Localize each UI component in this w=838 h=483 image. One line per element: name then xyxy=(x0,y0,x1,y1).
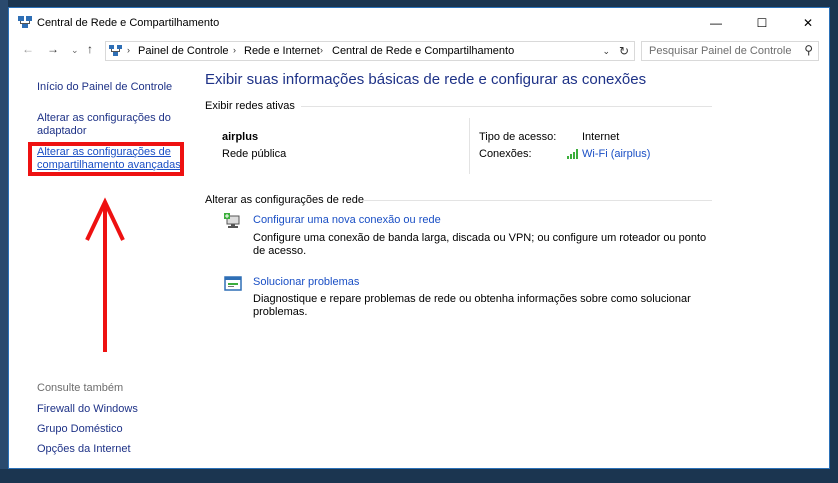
wifi-signal-icon xyxy=(567,149,578,159)
access-type-value: Internet xyxy=(582,131,620,143)
maximize-button[interactable]: ☐ xyxy=(739,8,785,38)
new-connection-description: Configure uma conexão de banda larga, di… xyxy=(253,232,707,257)
refresh-icon[interactable]: ↻ xyxy=(619,44,629,58)
control-panel-home-link[interactable]: Início do Painel de Controle xyxy=(37,81,172,94)
network-type-link[interactable]: Rede pública xyxy=(222,148,286,160)
red-highlight-box xyxy=(28,142,184,176)
red-arrow-annotation xyxy=(85,197,125,352)
network-center-icon xyxy=(18,16,32,28)
new-connection-link[interactable]: Configurar uma nova conexão ou rede xyxy=(253,214,441,226)
forward-button[interactable]: → xyxy=(47,42,59,56)
change-adapter-settings-link[interactable]: Alterar as configurações do adaptador xyxy=(37,112,177,138)
new-connection-icon xyxy=(224,213,240,228)
connections-label: Conexões: xyxy=(479,148,532,160)
search-box[interactable]: Pesquisar Painel de Controle ⚲ xyxy=(641,41,819,61)
wifi-connection-link[interactable]: Wi-Fi (airplus) xyxy=(582,148,650,160)
close-button[interactable]: ✕ xyxy=(785,8,829,38)
search-placeholder: Pesquisar Painel de Controle xyxy=(649,45,792,57)
breadcrumb-separator[interactable]: › xyxy=(233,45,236,55)
taskbar-background xyxy=(0,469,838,483)
navigation-bar: ← → ⌄ ↑ › Painel de Controle › Rede e In… xyxy=(9,38,829,64)
breadcrumb-separator[interactable]: › xyxy=(320,45,323,55)
title-bar: Central de Rede e Compartilhamento — ☐ ✕ xyxy=(9,8,829,38)
active-networks-heading: Exibir redes ativas xyxy=(205,100,295,112)
divider xyxy=(360,200,712,201)
breadcrumb-control-panel[interactable]: Painel de Controle xyxy=(138,45,229,57)
troubleshoot-icon xyxy=(224,276,242,291)
network-name: airplus xyxy=(222,131,259,143)
window-title: Central de Rede e Compartilhamento xyxy=(37,17,220,29)
internet-options-link[interactable]: Opções da Internet xyxy=(37,443,131,455)
network-sharing-center-window: Central de Rede e Compartilhamento — ☐ ✕… xyxy=(8,7,830,469)
page-title: Exibir suas informações básicas de rede … xyxy=(205,71,647,88)
breadcrumb-network-internet[interactable]: Rede e Internet xyxy=(244,45,320,57)
search-icon[interactable]: ⚲ xyxy=(804,43,813,57)
access-type-label: Tipo de acesso: xyxy=(479,131,557,143)
change-settings-heading: Alterar as configurações de rede xyxy=(205,194,364,206)
desktop-background xyxy=(0,0,8,483)
breadcrumb-network-center[interactable]: Central de Rede e Compartilhamento xyxy=(332,45,514,57)
address-bar[interactable]: › Painel de Controle › Rede e Internet ›… xyxy=(105,41,635,61)
control-panel-icon xyxy=(109,45,122,56)
back-button[interactable]: ← xyxy=(22,42,34,56)
divider xyxy=(469,118,470,174)
up-button[interactable]: ↑ xyxy=(87,42,93,56)
breadcrumb-separator: › xyxy=(127,45,130,55)
minimize-button[interactable]: — xyxy=(693,8,739,38)
firewall-link[interactable]: Firewall do Windows xyxy=(37,403,138,415)
troubleshoot-link[interactable]: Solucionar problemas xyxy=(253,276,359,288)
homegroup-link[interactable]: Grupo Doméstico xyxy=(37,423,123,435)
troubleshoot-description: Diagnostique e repare problemas de rede … xyxy=(253,293,691,318)
recent-locations-button[interactable]: ⌄ xyxy=(71,45,79,56)
see-also-heading: Consulte também xyxy=(37,382,124,394)
address-dropdown-icon[interactable]: ⌄ xyxy=(602,46,610,57)
divider xyxy=(301,106,712,107)
